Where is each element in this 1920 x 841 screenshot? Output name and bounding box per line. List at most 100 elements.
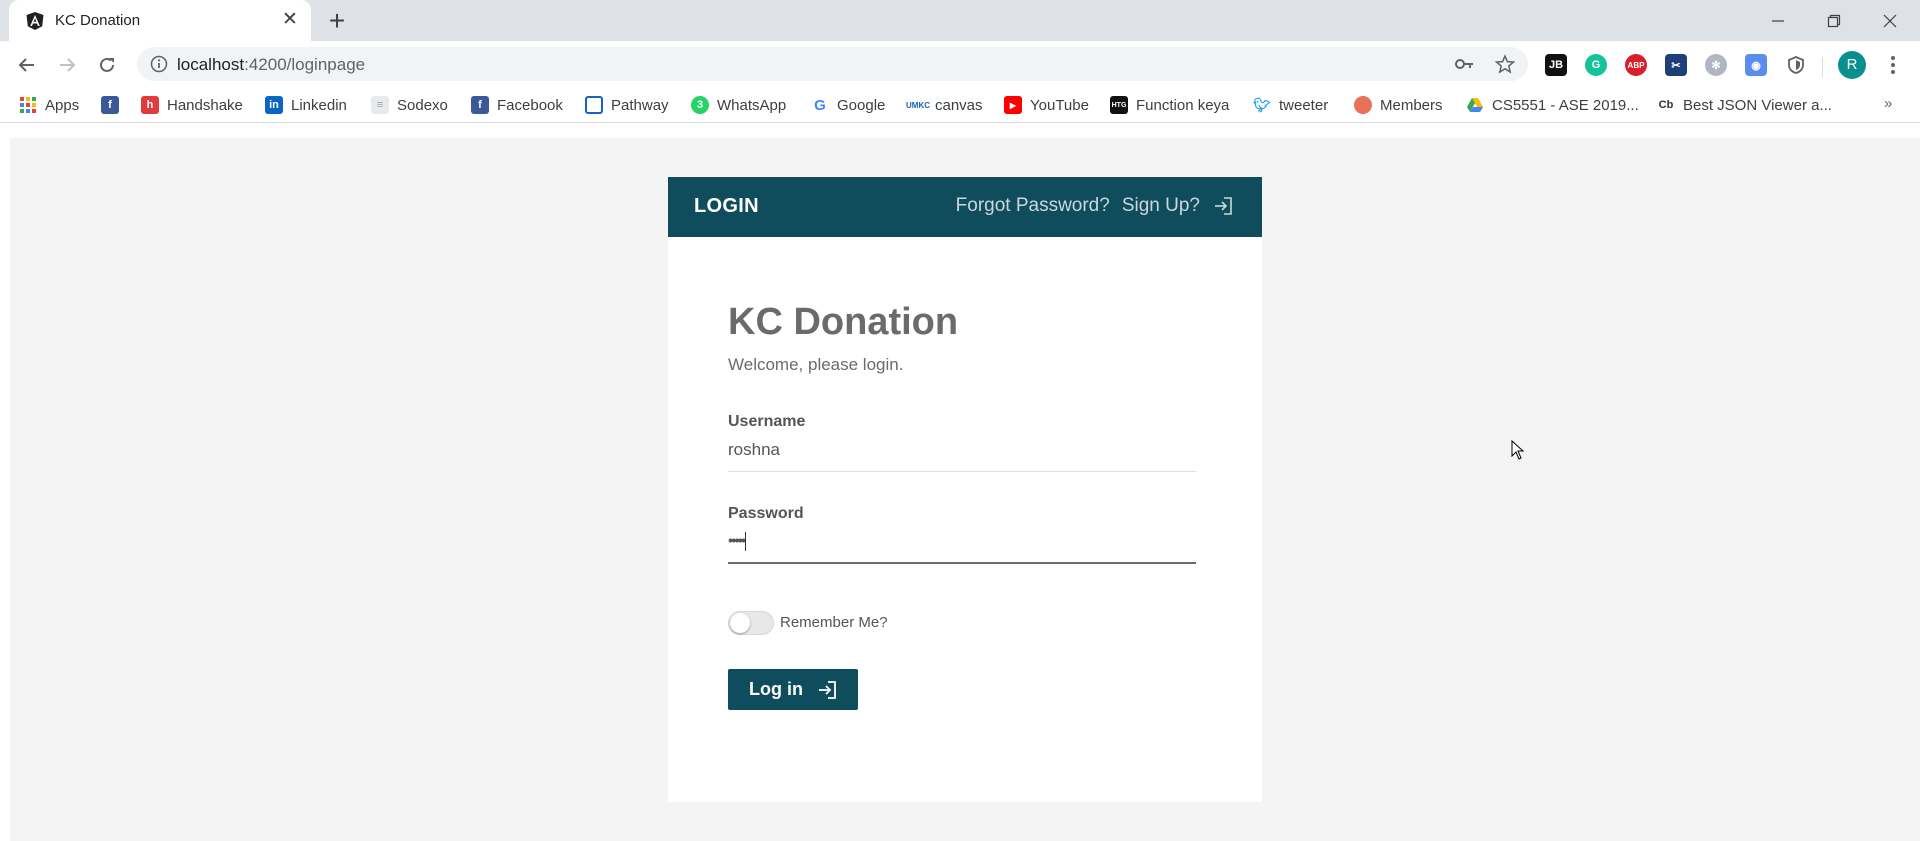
- mouse-cursor-icon: [1511, 440, 1525, 460]
- sign-up-link[interactable]: Sign Up?: [1122, 195, 1200, 217]
- forward-button[interactable]: [53, 51, 81, 79]
- cb-icon: Cb: [1657, 96, 1675, 114]
- handshake-icon: h: [141, 96, 159, 114]
- close-icon: [1883, 14, 1897, 27]
- bookmark-canvas[interactable]: UMKC canvas: [906, 94, 983, 116]
- bookmark-facebook-icon-only[interactable]: f: [101, 94, 119, 116]
- star-icon[interactable]: [1495, 54, 1515, 74]
- bookmark-label: WhatsApp: [717, 96, 787, 114]
- login-button[interactable]: Log in: [728, 669, 858, 710]
- username-label: Username: [728, 413, 806, 430]
- bookmarks-bar: Apps f h Handshake in Linkedin ≡ Sodexo …: [0, 87, 1920, 123]
- bookmark-pathway[interactable]: Pathway: [585, 94, 669, 116]
- login-card-header: LOGIN Forgot Password? Sign Up?: [668, 177, 1262, 237]
- facebook-icon: f: [471, 96, 489, 114]
- browser-tab[interactable]: KC Donation ✕: [9, 0, 311, 41]
- jetbrains-extension-icon[interactable]: JB: [1545, 54, 1567, 76]
- google-drive-icon: [1467, 98, 1483, 112]
- username-input[interactable]: roshna: [728, 440, 780, 460]
- bookmark-whatsapp[interactable]: 3 WhatsApp: [691, 94, 786, 116]
- bookmark-linkedin[interactable]: in Linkedin: [265, 94, 347, 116]
- password-label: Password: [728, 505, 804, 522]
- bookmark-best-json-viewer[interactable]: Cb Best JSON Viewer a...: [1657, 94, 1832, 116]
- bookmark-label: Best JSON Viewer a...: [1683, 96, 1832, 114]
- reload-button[interactable]: [93, 51, 121, 79]
- remember-me-toggle[interactable]: [728, 611, 774, 635]
- bookmark-google[interactable]: G Google: [811, 94, 885, 116]
- apps-grid-icon: [20, 97, 36, 113]
- whatsapp-icon: 3: [691, 96, 709, 114]
- bookmark-label: Facebook: [497, 96, 563, 114]
- app-title: KC Donation: [728, 301, 959, 343]
- page-background: LOGIN Forgot Password? Sign Up? KC Donat…: [10, 138, 1920, 841]
- login-card: LOGIN Forgot Password? Sign Up? KC Donat…: [668, 177, 1262, 802]
- bookmark-label: YouTube: [1030, 96, 1089, 114]
- camera-extension-icon[interactable]: ◉: [1745, 54, 1767, 76]
- bookmark-label: Members: [1380, 96, 1443, 114]
- shield-extension-icon[interactable]: [1785, 54, 1807, 76]
- close-window-button[interactable]: [1862, 0, 1918, 41]
- adblock-plus-icon[interactable]: ABP: [1625, 54, 1647, 76]
- bookmark-sodexo[interactable]: ≡ Sodexo: [371, 94, 448, 116]
- toolbar-separator: [1822, 57, 1823, 77]
- profile-avatar[interactable]: R: [1838, 51, 1866, 79]
- bookmark-label: tweeter: [1279, 96, 1329, 114]
- bookmark-members[interactable]: Members: [1354, 94, 1443, 116]
- bookmark-label: Linkedin: [291, 96, 347, 114]
- url-text[interactable]: localhost:4200/loginpage: [177, 55, 365, 75]
- sign-in-arrow-icon[interactable]: [1212, 195, 1234, 217]
- bookmark-label: Pathway: [611, 96, 669, 114]
- members-icon: [1354, 96, 1372, 114]
- browser-toolbar: localhost:4200/loginpage JB G ABP ✂ ✻ ◉ …: [0, 41, 1920, 87]
- google-icon: G: [811, 96, 829, 114]
- twitter-icon: 🐦︎: [1253, 96, 1271, 114]
- grammarly-extension-icon[interactable]: G: [1585, 54, 1607, 76]
- forgot-password-link[interactable]: Forgot Password?: [956, 195, 1110, 217]
- username-underline: [728, 471, 1196, 472]
- welcome-text: Welcome, please login.: [728, 355, 904, 374]
- remember-me-label[interactable]: Remember Me?: [780, 614, 888, 631]
- bookmark-label: Function keya: [1136, 96, 1230, 114]
- new-tab-button[interactable]: +: [323, 7, 351, 36]
- linkedin-icon: in: [265, 96, 283, 114]
- angular-icon: [26, 12, 44, 30]
- toggle-knob: [730, 613, 750, 633]
- bookmark-cs5551[interactable]: CS5551 - ASE 2019...: [1466, 94, 1639, 116]
- login-button-label: Log in: [749, 679, 803, 699]
- browser-menu-icon[interactable]: [1883, 51, 1903, 79]
- header-links: Forgot Password? Sign Up?: [956, 195, 1234, 217]
- text-caret: [745, 532, 747, 551]
- sign-in-arrow-icon: [818, 680, 836, 699]
- bookmark-label: Sodexo: [397, 96, 448, 114]
- bookmark-label: Google: [837, 96, 886, 114]
- htg-icon: HTG: [1110, 96, 1128, 114]
- bookmark-label: CS5551 - ASE 2019...: [1492, 96, 1639, 114]
- bookmark-tweeter[interactable]: 🐦︎ tweeter: [1253, 94, 1328, 116]
- password-underline: [728, 562, 1196, 564]
- bookmark-function-keya[interactable]: HTG Function keya: [1110, 94, 1229, 116]
- bookmark-handshake[interactable]: h Handshake: [141, 94, 243, 116]
- key-icon[interactable]: [1455, 54, 1475, 74]
- youtube-icon: ▶: [1004, 96, 1022, 114]
- back-button[interactable]: [13, 51, 41, 79]
- bookmark-label: canvas: [935, 96, 983, 114]
- reload-icon: [100, 57, 114, 72]
- bookmarks-overflow-chevron[interactable]: »: [1884, 95, 1892, 112]
- password-input[interactable]: •••••: [728, 532, 746, 551]
- minimize-button[interactable]: [1750, 0, 1806, 41]
- bookmark-apps[interactable]: Apps: [19, 94, 79, 116]
- close-tab-icon[interactable]: ✕: [279, 9, 301, 31]
- restore-button[interactable]: [1806, 0, 1862, 41]
- password-dots: •••••: [728, 532, 746, 550]
- bookmark-facebook[interactable]: f Facebook: [471, 94, 563, 116]
- restore-icon: [1827, 14, 1841, 27]
- screen-capture-extension-icon[interactable]: ✂: [1665, 54, 1687, 76]
- bookmark-youtube[interactable]: ▶ YouTube: [1004, 94, 1089, 116]
- arrow-left-icon: [18, 58, 34, 72]
- address-bar[interactable]: localhost:4200/loginpage: [137, 47, 1528, 81]
- bookmark-label: Handshake: [167, 96, 243, 114]
- browser-tab-strip: KC Donation ✕ +: [0, 0, 1920, 41]
- snowflake-extension-icon[interactable]: ✻: [1705, 54, 1727, 76]
- url-host: localhost: [177, 55, 245, 74]
- info-icon[interactable]: [150, 55, 168, 73]
